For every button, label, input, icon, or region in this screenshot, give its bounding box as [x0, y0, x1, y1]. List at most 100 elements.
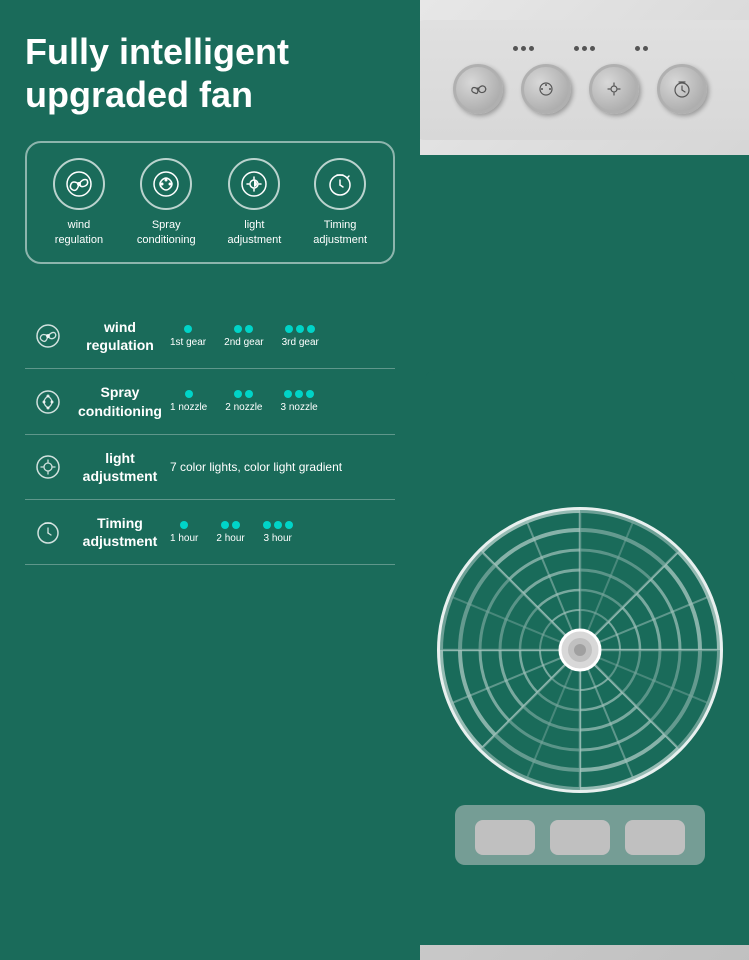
dot	[245, 390, 253, 398]
dot	[284, 390, 292, 398]
spec-wind-row: wind regulation 1st gear 2nd gear	[25, 304, 395, 369]
spray-1-dots	[185, 390, 193, 398]
dot	[307, 325, 315, 333]
light-description: 7 color lights, color light gradient	[170, 460, 342, 474]
fan-knob-4[interactable]	[657, 64, 707, 114]
specs-section: wind regulation 1st gear 2nd gear	[25, 304, 395, 566]
dot	[180, 521, 188, 529]
spec-light-row: lightadjustment 7 color lights, color li…	[25, 435, 395, 500]
wind-1st-gear: 1st gear	[170, 325, 206, 348]
timing-1hr: 1 hour	[170, 521, 198, 544]
control-dots-row	[513, 46, 648, 51]
timing-1-label: 1 hour	[170, 533, 198, 544]
spray-1-nozzle: 1 nozzle	[170, 390, 207, 413]
spec-wind-icon	[25, 323, 70, 349]
spec-wind-name: wind regulation	[70, 318, 170, 354]
spray-icon	[140, 158, 192, 210]
indicator-dot	[582, 46, 587, 51]
dot-group-3	[635, 46, 648, 51]
indicator-dot	[521, 46, 526, 51]
wind-2nd-label: 2nd gear	[224, 337, 263, 348]
spray-1-label: 1 nozzle	[170, 402, 207, 413]
timing-3-dots	[263, 521, 293, 529]
timing-2-label: 2 hour	[216, 533, 244, 544]
timing-1-dots	[180, 521, 188, 529]
dot	[285, 521, 293, 529]
spray-2-label: 2 nozzle	[225, 402, 262, 413]
feature-light-label: lightadjustment	[227, 218, 281, 247]
dot	[274, 521, 282, 529]
spec-timing-row: Timingadjustment 1 hour 2 hour	[25, 500, 395, 565]
indicator-dot	[529, 46, 534, 51]
control-knobs-row	[453, 64, 707, 114]
fan-control-panel	[420, 20, 749, 140]
spray-3-nozzle: 3 nozzle	[281, 390, 318, 413]
dot	[245, 325, 253, 333]
spec-spray-indicators: 1 nozzle 2 nozzle 3 nozzle	[170, 390, 395, 413]
dot	[234, 325, 242, 333]
dot	[221, 521, 229, 529]
dot	[184, 325, 192, 333]
wind-3rd-dots	[285, 325, 315, 333]
feature-spray: Sprayconditioning	[137, 158, 196, 247]
fan-grill	[420, 155, 749, 945]
dot	[285, 325, 293, 333]
features-box: windregulation Sprayconditioning	[25, 141, 395, 264]
feature-timing-label: Timingadjustment	[313, 218, 367, 247]
spec-wind-indicators: 1st gear 2nd gear 3rd gear	[170, 325, 395, 348]
timing-3hr: 3 hour	[263, 521, 293, 544]
dot	[232, 521, 240, 529]
wind-3rd-gear: 3rd gear	[282, 325, 319, 348]
dot	[296, 325, 304, 333]
wind-1st-dots	[184, 325, 192, 333]
feature-timing: Timingadjustment	[313, 158, 367, 247]
light-icon	[228, 158, 280, 210]
spec-spray-row: Sprayconditioning 1 nozzle 2 nozzle	[25, 369, 395, 434]
spec-timing-name: Timingadjustment	[70, 514, 170, 550]
dot	[263, 521, 271, 529]
feature-wind-label: windregulation	[55, 218, 103, 247]
feature-spray-label: Sprayconditioning	[137, 218, 196, 247]
spec-light-indicators: 7 color lights, color light gradient	[170, 460, 395, 474]
dot	[185, 390, 193, 398]
spec-timing-indicators: 1 hour 2 hour 3 hour	[170, 521, 395, 544]
fan-grill-svg	[425, 370, 735, 945]
spray-3-label: 3 nozzle	[281, 402, 318, 413]
wind-2nd-dots	[234, 325, 253, 333]
indicator-dot	[643, 46, 648, 51]
wind-2nd-gear: 2nd gear	[224, 325, 263, 348]
spec-spray-name: Sprayconditioning	[70, 383, 170, 419]
indicator-dot	[513, 46, 518, 51]
dot	[306, 390, 314, 398]
dot-group-2	[574, 46, 595, 51]
indicator-dot	[635, 46, 640, 51]
spray-3-dots	[284, 390, 314, 398]
wind-regulation-icon	[53, 158, 105, 210]
feature-wind-regulation: windregulation	[53, 158, 105, 247]
fan-knob-1[interactable]	[453, 64, 503, 114]
page-title: Fully intelligent upgraded fan	[25, 30, 395, 116]
fan-knob-2[interactable]	[521, 64, 571, 114]
timing-icon	[314, 158, 366, 210]
spec-light-icon	[25, 454, 70, 480]
dot-group-1	[513, 46, 534, 51]
dot	[295, 390, 303, 398]
timing-2-dots	[221, 521, 240, 529]
spec-spray-icon	[25, 389, 70, 415]
indicator-dot	[590, 46, 595, 51]
timing-3-label: 3 hour	[264, 533, 292, 544]
left-panel: Fully intelligent upgraded fan windregul…	[0, 0, 420, 960]
fan-body	[420, 0, 749, 960]
spec-light-name: lightadjustment	[70, 449, 170, 485]
fan-knob-3[interactable]	[589, 64, 639, 114]
indicator-dot	[574, 46, 579, 51]
spec-timing-icon	[25, 519, 70, 545]
feature-light: lightadjustment	[227, 158, 281, 247]
dot	[234, 390, 242, 398]
timing-2hr: 2 hour	[216, 521, 244, 544]
wind-3rd-label: 3rd gear	[282, 337, 319, 348]
right-panel	[420, 0, 749, 960]
spray-2-nozzle: 2 nozzle	[225, 390, 262, 413]
wind-1st-label: 1st gear	[170, 337, 206, 348]
spray-2-dots	[234, 390, 253, 398]
